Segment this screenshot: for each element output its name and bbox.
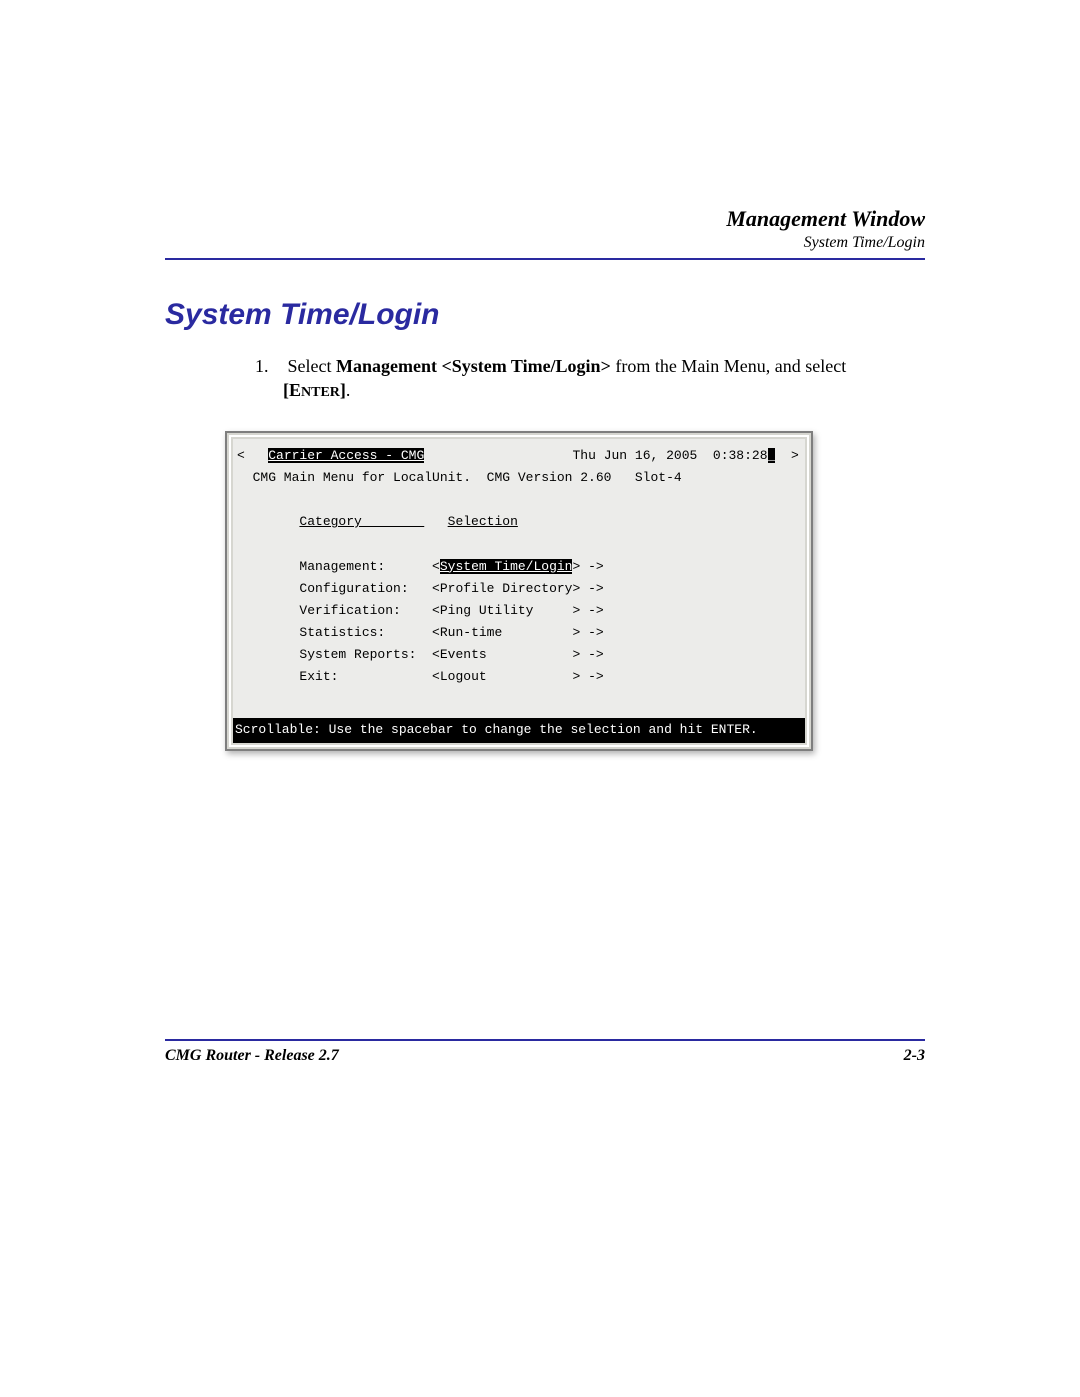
menu-row-statistics[interactable]: Statistics: <Run-time > -> xyxy=(237,622,801,644)
terminal-inner-border: < Carrier Access - CMG Thu Jun 16, 2005 … xyxy=(229,435,809,747)
menu-row-management[interactable]: Management: <System Time/Login> -> xyxy=(237,556,801,578)
footer-rule xyxy=(165,1039,925,1041)
menu-cat-exit: Exit: xyxy=(299,669,424,684)
instr-period: . xyxy=(346,380,351,400)
terminal-screenshot: < Carrier Access - CMG Thu Jun 16, 2005 … xyxy=(225,431,813,751)
scroll-left-icon[interactable]: < xyxy=(237,448,245,463)
header-subtitle: System Time/Login xyxy=(165,234,925,252)
col-header-selection: Selection xyxy=(448,514,518,529)
footer-page-number: 2-3 xyxy=(904,1047,925,1065)
terminal-screen: < Carrier Access - CMG Thu Jun 16, 2005 … xyxy=(233,439,805,743)
document-page: Management Window System Time/Login Syst… xyxy=(0,0,1080,1397)
menu-cat-management: Management: xyxy=(299,559,424,574)
instr-text-mid: from the Main Menu, and select xyxy=(611,356,846,376)
instr-enter-small: NTER xyxy=(301,385,340,400)
page-footer: CMG Router - Release 2.7 2-3 xyxy=(165,1031,925,1065)
menu-cat-system-reports: System Reports: xyxy=(299,647,424,662)
menu-sel-logout[interactable]: Logout xyxy=(440,669,573,684)
terminal-column-headers: Category Selection xyxy=(237,511,801,533)
menu-sel-events[interactable]: Events xyxy=(440,647,573,662)
instr-text-pre: Select xyxy=(288,356,336,376)
scroll-right-icon[interactable]: > xyxy=(775,448,798,463)
menu-sel-run-time[interactable]: Run-time xyxy=(440,625,573,640)
terminal-blank-2 xyxy=(237,534,801,556)
step-number: 1. xyxy=(255,354,283,378)
menu-cat-configuration: Configuration: xyxy=(299,581,424,596)
menu-sel-profile-directory[interactable]: Profile Directory xyxy=(440,581,573,596)
terminal-title-row: < Carrier Access - CMG Thu Jun 16, 2005 … xyxy=(237,445,801,467)
terminal-app-title: Carrier Access - CMG xyxy=(268,448,424,463)
footer-left: CMG Router - Release 2.7 xyxy=(165,1047,339,1065)
menu-row-verification[interactable]: Verification: <Ping Utility > -> xyxy=(237,600,801,622)
instr-bold-target: Management <System Time/Login> xyxy=(336,356,611,376)
instr-enter-open: [E xyxy=(283,380,301,400)
header-rule xyxy=(165,258,925,260)
menu-row-configuration[interactable]: Configuration: <Profile Directory> -> xyxy=(237,578,801,600)
terminal-blank-1 xyxy=(237,489,801,511)
terminal-status-bar: Scrollable: Use the spacebar to change t… xyxy=(233,718,805,743)
instruction-step-1: 1. Select Management <System Time/Login>… xyxy=(255,354,915,403)
menu-row-exit[interactable]: Exit: <Logout > -> xyxy=(237,666,801,688)
section-title: System Time/Login xyxy=(165,298,925,332)
terminal-subtitle: CMG Main Menu for LocalUnit. CMG Version… xyxy=(237,467,801,489)
header-title: Management Window xyxy=(165,206,925,232)
col-header-category: Category xyxy=(299,514,424,529)
content-area: Management Window System Time/Login Syst… xyxy=(165,206,925,1077)
menu-row-system-reports[interactable]: System Reports: <Events > -> xyxy=(237,644,801,666)
menu-cat-verification: Verification: xyxy=(299,603,424,618)
running-header: Management Window System Time/Login xyxy=(165,206,925,252)
terminal-datetime: Thu Jun 16, 2005 0:38:28 xyxy=(572,448,767,463)
menu-cat-statistics: Statistics: xyxy=(299,625,424,640)
menu-sel-system-time-login[interactable]: System Time/Login xyxy=(440,559,573,574)
menu-sel-ping-utility[interactable]: Ping Utility xyxy=(440,603,573,618)
